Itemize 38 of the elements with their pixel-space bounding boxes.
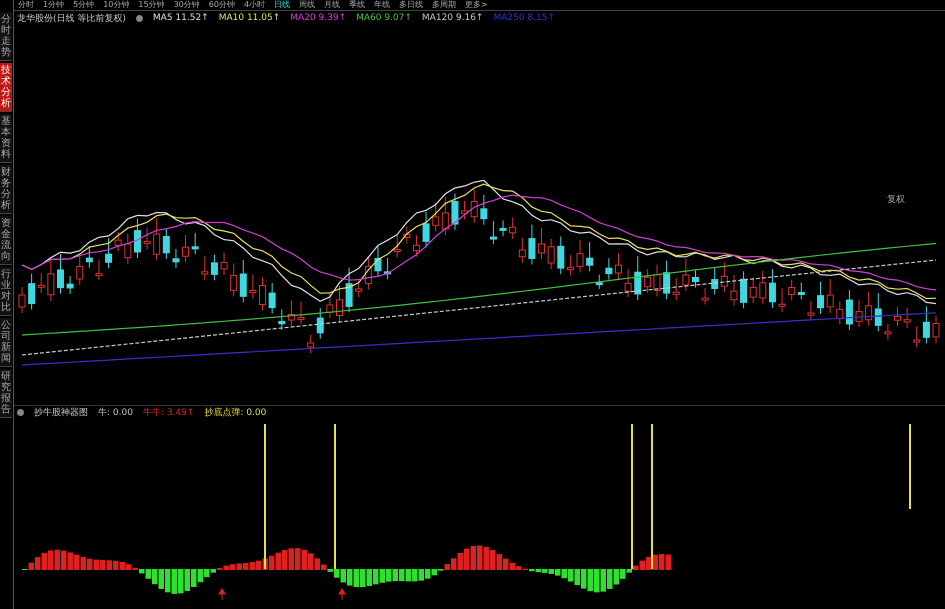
period-tab[interactable]: 10分钟 [103,0,130,10]
period-tab[interactable]: 30分钟 [174,0,200,10]
period-tab[interactable]: 5分钟 [73,0,94,10]
moving-average-value: MA60 9.07↑ [356,13,412,24]
period-tab[interactable]: 月线 [324,0,340,10]
side-tab[interactable]: 基本资料 [0,114,12,163]
chart-title: 龙华股份(日线 等比前复权) [17,12,126,25]
moving-average-value: MA120 9.16↑ [422,13,484,24]
side-tab[interactable]: 行业对比 [0,267,12,316]
indicator-value: 牛: 0.00 [98,406,133,419]
period-tab[interactable]: 日线 [274,0,290,10]
side-tab[interactable]: 研究报告 [0,369,12,418]
side-tab[interactable]: 分时走势 [0,12,12,61]
period-tab[interactable]: 多周期 [432,0,456,10]
side-tab[interactable]: 资金流向 [0,216,12,265]
period-tab[interactable]: 1分钟 [43,0,64,10]
side-tab[interactable]: 公司新闻 [0,318,12,367]
moving-average-value: MA20 9.39↑ [290,13,346,24]
period-tab[interactable]: 多日线 [399,0,424,10]
moving-average-value: MA10 11.05↑ [218,13,280,24]
up-arrow-icon [338,588,346,600]
indicator-value: 抄底点弹: 0.00 [204,406,266,419]
period-tab[interactable]: 60分钟 [208,0,235,10]
up-arrow-icon [218,588,226,600]
period-tab[interactable]: 4小时 [244,0,266,10]
moving-average-value: MA5 11.52↑ [152,13,209,24]
period-tab[interactable]: 分时 [18,0,34,10]
indicator-value: 牛牛: 3.49↑ [142,406,194,419]
period-tab[interactable]: 15分钟 [138,0,165,10]
period-tab[interactable]: 年线 [374,0,390,10]
side-tab[interactable]: 财务分析 [0,165,12,214]
moving-average-value: MA250 8.15↑ [493,13,556,24]
side-tab[interactable]: 技术分析 [0,63,12,112]
period-tab[interactable]: 周线 [299,0,316,10]
adjust-label[interactable]: 复权 [887,192,905,206]
period-tab[interactable]: 更多> [465,0,488,10]
period-tab[interactable]: 季线 [349,0,366,10]
indicator-title: 抄牛股神器图 [34,406,88,419]
